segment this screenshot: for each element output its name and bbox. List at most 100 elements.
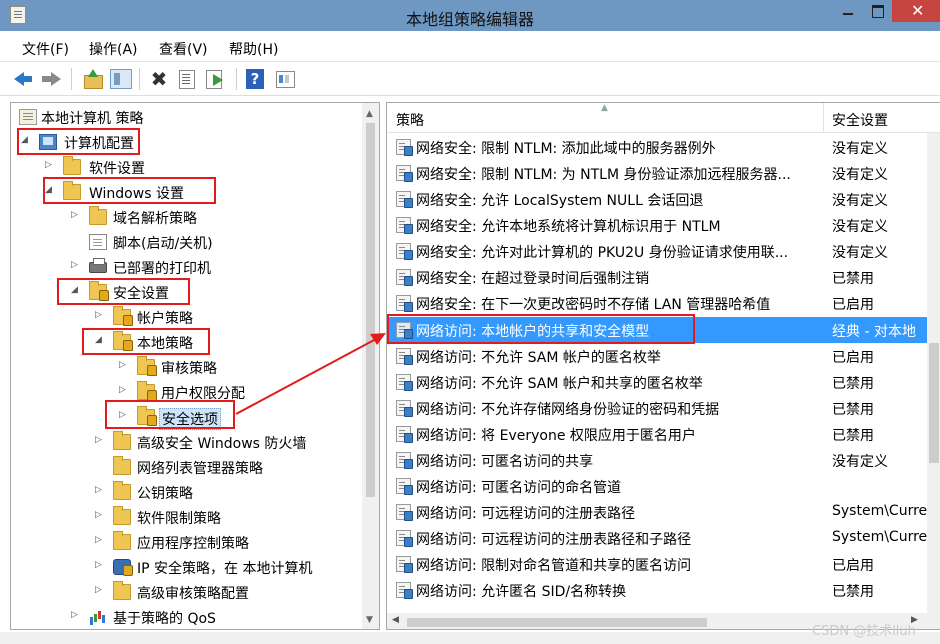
scroll-up-icon[interactable]: ▲	[366, 109, 373, 119]
list-item[interactable]: 网络安全: 允许本地系统将计算机标识用于 NTLM 没有定义	[387, 212, 928, 238]
scroll-left-icon[interactable]: ◀	[392, 615, 399, 625]
folder-icon	[113, 456, 131, 475]
tree-node-label: 计算机配置	[64, 136, 134, 152]
policy-item-icon	[396, 374, 413, 391]
show-hide-tree-icon[interactable]	[110, 69, 132, 89]
collapsed-twisty-icon[interactable]: ▷	[95, 510, 105, 520]
policy-setting: 已启用	[832, 558, 874, 574]
menu-view[interactable]: 查看(V)	[159, 39, 208, 59]
back-arrow-icon[interactable]	[12, 69, 34, 89]
view-pane-icon[interactable]	[274, 69, 296, 89]
collapsed-twisty-icon[interactable]: ▷	[119, 385, 129, 395]
policy-name: 网络安全: 在超过登录时间后强制注销	[416, 271, 650, 287]
scrollbar-thumb[interactable]	[929, 343, 939, 463]
list-item[interactable]: 网络访问: 可远程访问的注册表路径和子路径 System\Curre	[387, 525, 928, 551]
menu-action[interactable]: 操作(A)	[89, 39, 138, 59]
policy-item-icon	[396, 269, 413, 286]
policy-setting: 没有定义	[832, 245, 888, 261]
policy-setting: 已禁用	[832, 584, 874, 600]
list-item[interactable]: 网络安全: 允许对此计算机的 PKU2U 身份验证请求使用联... 没有定义	[387, 238, 928, 264]
policy-name: 网络访问: 可匿名访问的命名管道	[416, 480, 622, 496]
collapsed-twisty-icon[interactable]: ▷	[95, 535, 105, 545]
collapsed-twisty-icon[interactable]: ▷	[119, 360, 129, 370]
policy-list-pane[interactable]: ▲ 策略 安全设置 网络安全: 限制 NTLM: 添加此域中的服务器例外 没有定义…	[386, 102, 940, 630]
console-tree[interactable]: 本地计算机 策略 ◢ 计算机配置 ▷ 软件设置 ◢ Windows 设置 ▷ 域…	[10, 102, 380, 630]
list-item[interactable]: 网络访问: 可远程访问的注册表路径 System\Curre	[387, 499, 928, 525]
policy-item-icon	[396, 504, 413, 521]
folder-icon	[113, 431, 131, 450]
list-item[interactable]: 网络安全: 限制 NTLM: 添加此域中的服务器例外 没有定义	[387, 134, 928, 160]
menu-file[interactable]: 文件(F)	[22, 39, 69, 59]
expanded-twisty-icon[interactable]: ◢	[95, 335, 105, 345]
collapsed-twisty-icon[interactable]: ▷	[95, 435, 105, 445]
list-item[interactable]: 网络安全: 限制 NTLM: 为 NTLM 身份验证添加远程服务器... 没有定义	[387, 160, 928, 186]
export-list-icon[interactable]	[204, 69, 226, 89]
collapsed-twisty-icon[interactable]: ▷	[71, 210, 81, 220]
forward-arrow-icon[interactable]	[40, 69, 62, 89]
list-item[interactable]: 网络安全: 在下一次更改密码时不存储 LAN 管理器哈希值 已启用	[387, 290, 928, 316]
policy-item-icon	[396, 295, 413, 312]
column-header-policy[interactable]: 策略	[396, 110, 424, 130]
maximize-button[interactable]	[864, 0, 892, 22]
policy-setting: 已禁用	[832, 402, 874, 418]
expanded-twisty-icon[interactable]: ◢	[21, 135, 31, 145]
delete-icon[interactable]: ✖	[148, 69, 170, 89]
policy-setting: 没有定义	[832, 454, 888, 470]
list-item[interactable]: 网络访问: 可匿名访问的共享 没有定义	[387, 447, 928, 473]
collapsed-twisty-icon[interactable]: ▷	[95, 585, 105, 595]
policy-item-icon	[396, 530, 413, 547]
qos-chart-icon	[89, 609, 107, 625]
collapsed-twisty-icon[interactable]: ▷	[119, 410, 129, 420]
list-item-selected[interactable]: 网络访问: 本地帐户的共享和安全模型 经典 - 对本地	[387, 317, 928, 343]
policy-root-icon	[19, 109, 37, 125]
policy-name: 网络访问: 不允许存储网络身份验证的密码和凭据	[416, 402, 720, 418]
list-item[interactable]: 网络安全: 允许 LocalSystem NULL 会话回退 没有定义	[387, 186, 928, 212]
list-vertical-scrollbar[interactable]	[927, 133, 940, 613]
collapsed-twisty-icon[interactable]: ▷	[95, 560, 105, 570]
list-item[interactable]: 网络访问: 不允许 SAM 帐户的匿名枚举 已启用	[387, 343, 928, 369]
folder-icon	[63, 181, 81, 200]
policy-name: 网络访问: 不允许 SAM 帐户和共享的匿名枚举	[416, 376, 703, 392]
menu-help[interactable]: 帮助(H)	[229, 39, 278, 59]
properties-icon[interactable]	[176, 69, 198, 89]
policy-setting: 已禁用	[832, 428, 874, 444]
folder-icon	[113, 481, 131, 500]
column-header-security-setting[interactable]: 安全设置	[832, 110, 888, 130]
column-divider[interactable]	[823, 103, 824, 133]
list-item[interactable]: 网络安全: 在超过登录时间后强制注销 已禁用	[387, 264, 928, 290]
collapsed-twisty-icon[interactable]: ▷	[45, 160, 55, 170]
tree-node-label: 域名解析策略	[113, 211, 197, 227]
help-icon[interactable]: ?	[246, 69, 264, 89]
scrollbar-thumb[interactable]	[407, 618, 707, 627]
collapsed-twisty-icon[interactable]: ▷	[71, 610, 81, 620]
scrollbar-thumb[interactable]	[366, 123, 375, 497]
up-folder-icon[interactable]	[82, 69, 104, 89]
security-folder-icon	[137, 406, 157, 426]
minimize-button[interactable]	[834, 0, 862, 22]
tree-node-label: 审核策略	[161, 361, 217, 377]
collapsed-twisty-icon[interactable]: ▷	[95, 310, 105, 320]
list-item[interactable]: 网络访问: 将 Everyone 权限应用于匿名用户 已禁用	[387, 421, 928, 447]
list-item[interactable]: 网络访问: 不允许 SAM 帐户和共享的匿名枚举 已禁用	[387, 369, 928, 395]
tree-node-label: 基于策略的 QoS	[113, 611, 216, 627]
tree-vertical-scrollbar[interactable]: ▲ ▼	[362, 103, 379, 629]
expanded-twisty-icon[interactable]: ◢	[45, 185, 55, 195]
policy-setting: System\Curre	[832, 529, 928, 545]
list-item[interactable]: 网络访问: 允许匿名 SID/名称转换 已禁用	[387, 577, 928, 603]
collapsed-twisty-icon[interactable]: ▷	[71, 260, 81, 270]
list-item[interactable]: 网络访问: 可匿名访问的命名管道	[387, 473, 928, 499]
tree-node-label: 公钥策略	[137, 486, 193, 502]
list-item[interactable]: 网络访问: 限制对命名管道和共享的匿名访问 已启用	[387, 551, 928, 577]
list-header: ▲ 策略 安全设置	[387, 103, 940, 133]
list-item[interactable]: 网络访问: 不允许存储网络身份验证的密码和凭据 已禁用	[387, 395, 928, 421]
close-button[interactable]: ✕	[892, 0, 940, 22]
expanded-twisty-icon[interactable]: ◢	[71, 285, 81, 295]
policy-item-icon	[396, 139, 413, 156]
policy-name: 网络访问: 允许匿名 SID/名称转换	[416, 584, 627, 600]
ip-security-icon	[113, 559, 133, 576]
collapsed-twisty-icon[interactable]: ▷	[95, 485, 105, 495]
tree-node-label: 网络列表管理器策略	[137, 461, 263, 477]
close-icon: ✕	[911, 1, 925, 20]
scroll-down-icon[interactable]: ▼	[366, 615, 373, 625]
policy-item-icon	[396, 452, 413, 469]
